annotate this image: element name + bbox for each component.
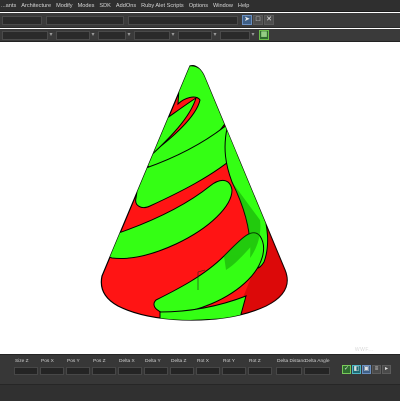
field-delta-distance: Delta Distanc: [276, 358, 306, 380]
field-label: Delta Distanc: [277, 359, 306, 364]
option-field-4[interactable]: [134, 31, 170, 40]
menu-modes[interactable]: Modes: [78, 0, 95, 11]
x-icon[interactable]: ✕: [264, 15, 274, 25]
field-label: Delta Angle: [305, 359, 330, 364]
field-delta-z: Delta Z: [170, 358, 194, 380]
menu-sdk[interactable]: SDK: [99, 0, 111, 11]
size-z-input[interactable]: [14, 367, 38, 375]
field-label: Delta Z: [171, 359, 187, 364]
menu-addons[interactable]: AddOns: [116, 0, 136, 11]
rot-y-input[interactable]: [222, 367, 246, 375]
field-label: Rot Z: [249, 359, 261, 364]
chevron-down-icon[interactable]: ▾: [250, 31, 256, 40]
pos-y-input[interactable]: [66, 367, 90, 375]
viewport-watermark: WWF...: [354, 347, 374, 353]
field-label: Pos X: [41, 359, 54, 364]
menu-architecture[interactable]: Architecture: [21, 0, 51, 11]
menu-elements[interactable]: ...ants: [1, 0, 16, 11]
pos-x-input[interactable]: [40, 367, 64, 375]
chevron-down-icon[interactable]: ▾: [126, 31, 132, 40]
pos-z-input[interactable]: [92, 367, 116, 375]
3d-viewport[interactable]: WWF...: [0, 43, 400, 354]
field-label: Delta Y: [145, 359, 161, 364]
menu-help[interactable]: Help: [238, 0, 250, 11]
rot-x-input[interactable]: [196, 367, 220, 375]
toolbar-dropdown-1[interactable]: [2, 16, 42, 25]
arrow-icon[interactable]: ▸: [382, 365, 391, 374]
toolbar-dropdown-3[interactable]: [128, 16, 238, 25]
field-delta-angle: Delta Angle: [304, 358, 330, 380]
option-field-6[interactable]: [220, 31, 250, 40]
option-field-2[interactable]: [56, 31, 90, 40]
coordinate-bar: Size Z Pos X Pos Y Pos Z Delta X Delta Y…: [0, 354, 400, 401]
field-label: Size Z: [15, 359, 29, 364]
square-icon[interactable]: □: [253, 15, 263, 25]
field-label: Rot Y: [223, 359, 235, 364]
menu-options[interactable]: Options: [189, 0, 208, 11]
field-label: Rot X: [197, 359, 209, 364]
toolbar-dropdown-2[interactable]: [46, 16, 124, 25]
menu-ruby-scripts[interactable]: Ruby Alet Scripts: [141, 0, 184, 11]
status-line: [0, 384, 400, 401]
snap-icon[interactable]: ✓: [342, 365, 351, 374]
menu-window[interactable]: Window: [213, 0, 233, 11]
option-field-1[interactable]: [2, 31, 48, 40]
chevron-down-icon[interactable]: ▾: [212, 31, 218, 40]
toolbar-top: ➤ □ ✕: [0, 13, 400, 28]
chevron-down-icon[interactable]: ▾: [170, 31, 176, 40]
grid-icon[interactable]: ▦: [259, 30, 269, 40]
menu-bar: ...ants Architecture Modify Modes SDK Ad…: [0, 0, 400, 12]
delta-y-input[interactable]: [144, 367, 168, 375]
coordinate-fields: Size Z Pos X Pos Y Pos Z Delta X Delta Y…: [0, 358, 362, 380]
field-pos-x: Pos X: [40, 358, 64, 380]
field-size-z: Size Z: [14, 358, 38, 380]
rot-z-input[interactable]: [248, 367, 272, 375]
field-label: Pos Z: [93, 359, 106, 364]
option-field-3[interactable]: [98, 31, 126, 40]
field-label: Delta X: [119, 359, 135, 364]
delta-angle-input[interactable]: [304, 367, 330, 375]
option-field-5[interactable]: [178, 31, 212, 40]
spiral-cone-model: [100, 65, 288, 321]
cursor-icon[interactable]: ➤: [242, 15, 252, 25]
chevron-down-icon[interactable]: ▾: [48, 31, 54, 40]
status-icon-group: ✓ ◧ ▣ ≡ ▸: [342, 365, 391, 374]
field-delta-x: Delta X: [118, 358, 142, 380]
delta-distance-input[interactable]: [276, 367, 302, 375]
field-rot-x: Rot X: [196, 358, 220, 380]
field-delta-y: Delta Y: [144, 358, 168, 380]
field-rot-y: Rot Y: [222, 358, 246, 380]
view-icon[interactable]: ▣: [362, 365, 371, 374]
field-pos-z: Pos Z: [92, 358, 116, 380]
field-label: Pos Y: [67, 359, 80, 364]
settings-icon[interactable]: ≡: [372, 365, 381, 374]
delta-x-input[interactable]: [118, 367, 142, 375]
toolbar-options: ▾ ▾ ▾ ▾ ▾ ▾ ▦: [0, 29, 400, 42]
field-rot-z: Rot Z: [248, 358, 272, 380]
field-pos-y: Pos Y: [66, 358, 90, 380]
layer-icon[interactable]: ◧: [352, 365, 361, 374]
chevron-down-icon[interactable]: ▾: [90, 31, 96, 40]
menu-modify[interactable]: Modify: [56, 0, 72, 11]
delta-z-input[interactable]: [170, 367, 194, 375]
